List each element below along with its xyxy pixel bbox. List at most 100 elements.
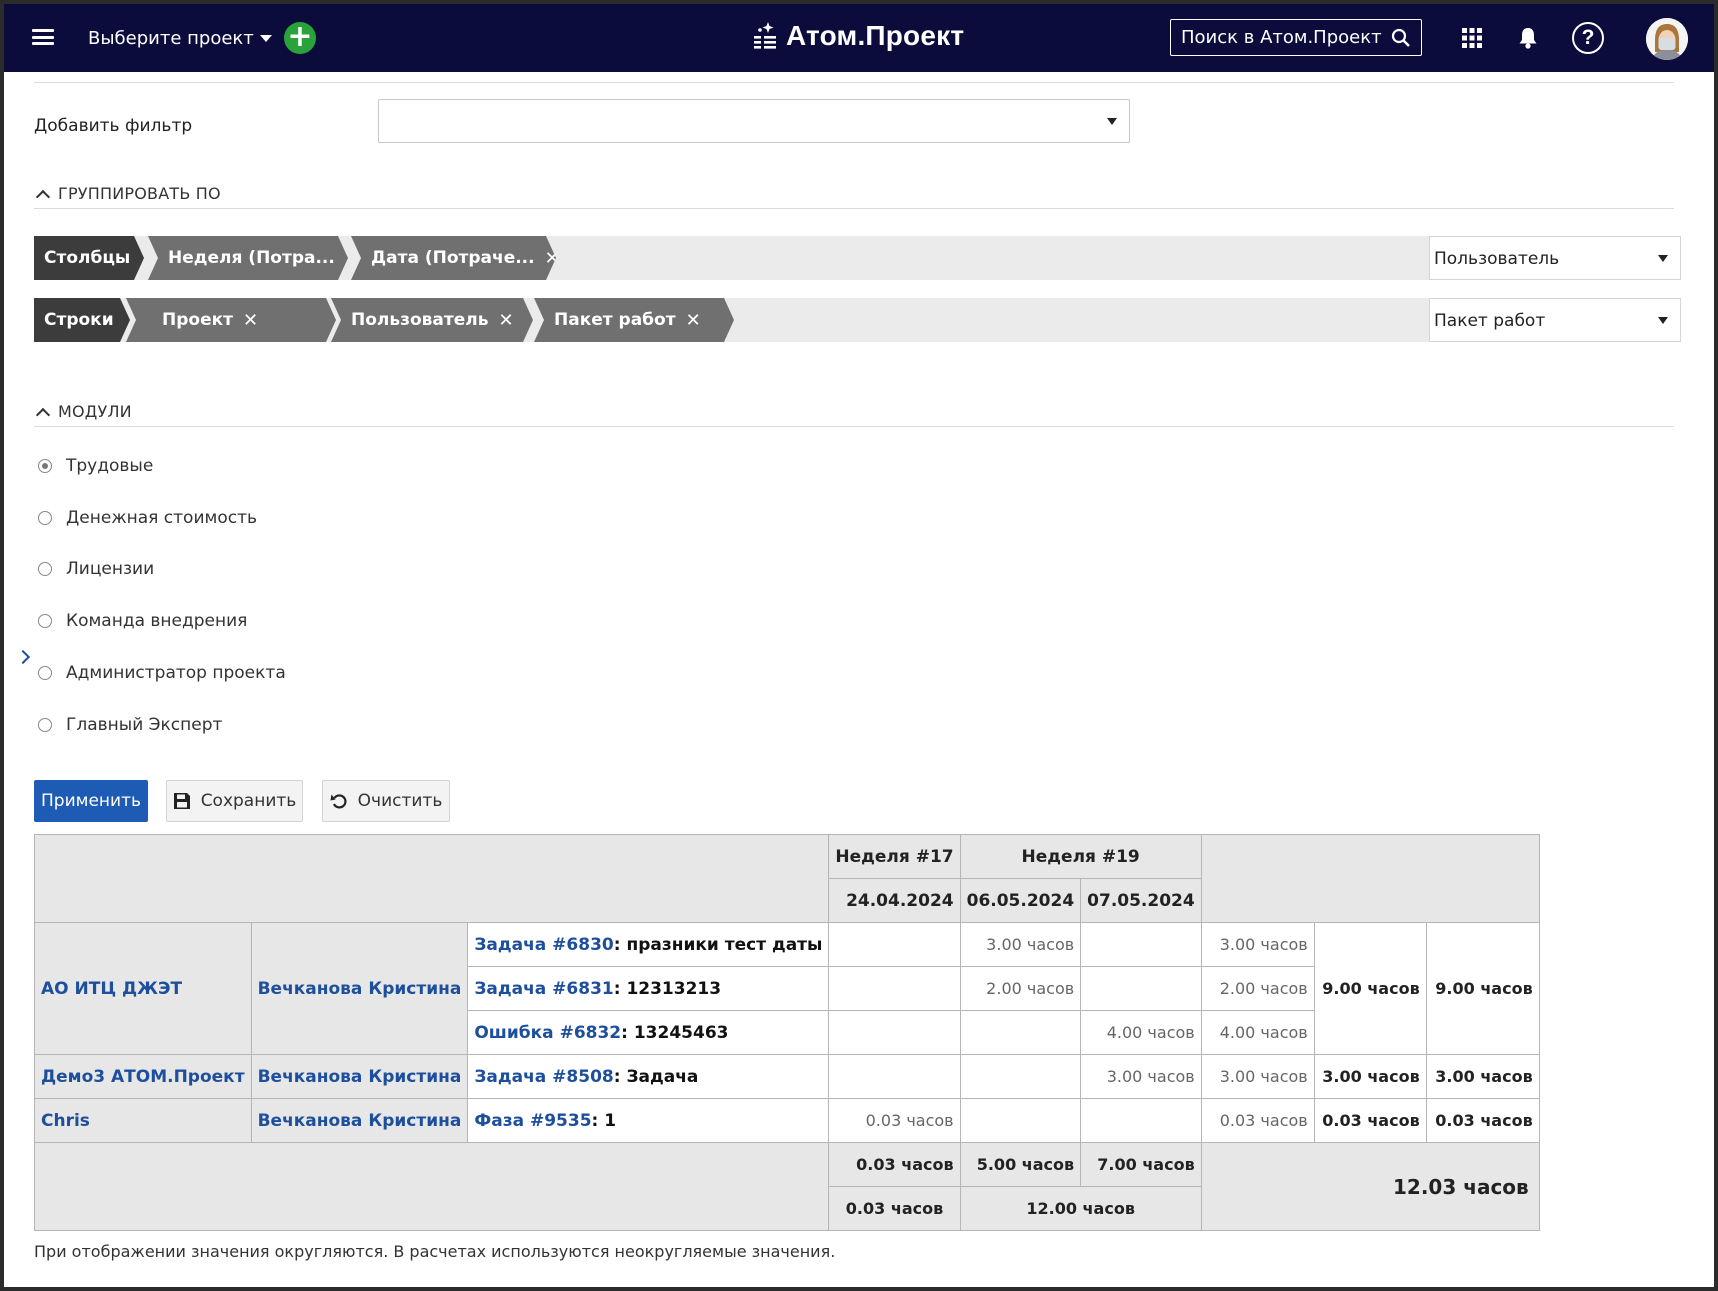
apply-button-label: Применить bbox=[41, 791, 141, 811]
radio-button[interactable] bbox=[38, 614, 52, 628]
totals-blank bbox=[33, 1142, 830, 1231]
search-icon[interactable] bbox=[1391, 28, 1411, 48]
week-total-cell: 12.00 часов bbox=[959, 1186, 1202, 1231]
bell-icon[interactable] bbox=[1514, 24, 1542, 52]
clear-button[interactable]: Очистить bbox=[322, 780, 450, 822]
group-rows-select-value: Пакет работ bbox=[1434, 311, 1546, 331]
date-header: 07.05.2024 bbox=[1080, 878, 1202, 923]
close-icon[interactable]: ✕ bbox=[686, 310, 701, 331]
user-link[interactable]: Вечканова Кристина bbox=[258, 1111, 462, 1131]
row-total-cell: 3.00 часов bbox=[1200, 1054, 1315, 1099]
hours-cell bbox=[1080, 922, 1202, 967]
date-header: 06.05.2024 bbox=[959, 878, 1082, 923]
user-link[interactable]: Вечканова Кристина bbox=[258, 1067, 462, 1087]
user-total-cell: 9.00 часов bbox=[1313, 922, 1427, 1055]
project-link[interactable]: Chris bbox=[41, 1111, 90, 1131]
user-total-cell: 3.00 часов bbox=[1313, 1054, 1427, 1099]
chevron-down-icon bbox=[1658, 255, 1668, 262]
row-total-cell: 2.00 часов bbox=[1200, 966, 1315, 1011]
project-link[interactable]: АО ИТЦ ДЖЭТ bbox=[41, 979, 182, 999]
work-package-link[interactable]: Задача #6830 bbox=[474, 935, 613, 955]
divider bbox=[34, 82, 1674, 83]
help-icon[interactable]: ? bbox=[1572, 22, 1604, 54]
save-button[interactable]: Сохранить bbox=[166, 780, 303, 822]
module-option-label: Администратор проекта bbox=[66, 663, 286, 683]
work-package-link[interactable]: Фаза #9535 bbox=[474, 1111, 591, 1131]
group-row-chip[interactable]: Проект ✕ bbox=[126, 298, 336, 342]
work-package-name: : Задача bbox=[613, 1066, 699, 1087]
group-row-chip[interactable]: Пакет работ ✕ bbox=[534, 298, 734, 342]
module-option[interactable]: Лицензии bbox=[38, 559, 154, 579]
group-rows-select[interactable]: Пакет работ bbox=[1429, 298, 1681, 342]
project-link[interactable]: Демо3 АТОМ.Проект bbox=[41, 1067, 245, 1087]
group-columns-bar[interactable]: Столбцы Неделя (Потра... ✕ Дата (Потраче… bbox=[34, 236, 1430, 280]
modules-toggle[interactable]: МОДУЛИ bbox=[35, 402, 132, 422]
module-option[interactable]: Команда внедрения bbox=[38, 611, 247, 631]
modules-title: МОДУЛИ bbox=[58, 402, 132, 421]
apps-grid-icon[interactable] bbox=[1458, 24, 1486, 52]
add-button[interactable]: + bbox=[284, 22, 316, 54]
apply-button[interactable]: Применить bbox=[34, 780, 148, 822]
search-input[interactable]: Поиск в Атом.Проект bbox=[1170, 19, 1422, 56]
radio-button[interactable] bbox=[38, 511, 52, 525]
work-package-name: : 13245463 bbox=[621, 1022, 729, 1043]
work-package-cell: Фаза #9535: 1 bbox=[467, 1098, 830, 1143]
work-package-link[interactable]: Ошибка #6832 bbox=[474, 1023, 621, 1043]
chevron-down-icon bbox=[1658, 317, 1668, 324]
floppy-disk-icon bbox=[173, 793, 190, 809]
group-columns-select[interactable]: Пользователь bbox=[1429, 236, 1681, 280]
hours-cell bbox=[959, 1054, 1082, 1099]
group-column-chip[interactable]: Неделя (Потра... ✕ bbox=[148, 236, 348, 280]
hours-cell: 3.00 часов bbox=[959, 922, 1082, 967]
menu-icon[interactable] bbox=[32, 26, 54, 48]
user-link[interactable]: Вечканова Кристина bbox=[258, 979, 462, 999]
date-total-cell: 0.03 часов bbox=[828, 1142, 961, 1187]
row-total-cell: 0.03 часов bbox=[1200, 1098, 1315, 1143]
module-option[interactable]: Главный Эксперт bbox=[38, 715, 222, 735]
module-option[interactable]: Администратор проекта bbox=[38, 663, 286, 683]
radio-button[interactable] bbox=[38, 459, 52, 473]
group-column-chip-label: Дата (Потраче... bbox=[371, 248, 535, 268]
group-row-chip-label: Пакет работ bbox=[554, 310, 676, 330]
avatar[interactable] bbox=[1646, 18, 1688, 60]
chevron-up-icon bbox=[35, 407, 51, 422]
search-placeholder: Поиск в Атом.Проект bbox=[1181, 27, 1382, 48]
work-package-link[interactable]: Задача #6831 bbox=[474, 979, 613, 999]
project-selector-label: Выберите проект bbox=[88, 28, 254, 49]
radio-button[interactable] bbox=[38, 562, 52, 576]
plus-icon: + bbox=[287, 19, 313, 54]
add-filter-select[interactable] bbox=[378, 99, 1130, 143]
week-header: Неделя #17 bbox=[828, 834, 961, 879]
table-row: АО ИТЦ ДЖЭТ Вечканова Кристина Задача #6… bbox=[34, 922, 1540, 1055]
app-window: Выберите проект + Атом.Проект Поиск в Ат… bbox=[4, 4, 1714, 1287]
module-option-label: Денежная стоимость bbox=[66, 508, 257, 528]
project-total-cell: 0.03 часов bbox=[1425, 1098, 1540, 1143]
close-icon[interactable]: ✕ bbox=[545, 248, 560, 269]
radio-button[interactable] bbox=[38, 718, 52, 732]
group-by-toggle[interactable]: ГРУППИРОВАТЬ ПО bbox=[35, 184, 221, 204]
clear-button-label: Очистить bbox=[357, 791, 443, 811]
group-rows-bar[interactable]: Строки Проект ✕ Пользователь ✕ Пакет раб… bbox=[34, 298, 1430, 342]
hours-cell bbox=[959, 1010, 1082, 1055]
radio-button[interactable] bbox=[38, 666, 52, 680]
project-total-cell: 3.00 часов bbox=[1425, 1054, 1540, 1099]
close-icon[interactable]: ✕ bbox=[498, 310, 513, 331]
close-icon[interactable]: ✕ bbox=[243, 310, 258, 331]
module-option[interactable]: Трудовые bbox=[38, 456, 153, 476]
hours-cell: 0.03 часов bbox=[828, 1098, 961, 1143]
logo[interactable]: Атом.Проект bbox=[752, 20, 964, 52]
module-option[interactable]: Денежная стоимость bbox=[38, 508, 257, 528]
undo-icon bbox=[330, 794, 347, 809]
work-package-cell: Задача #6830: празники тест даты bbox=[467, 922, 830, 967]
work-package-link[interactable]: Задача #8508 bbox=[474, 1067, 613, 1087]
grand-total-cell: 12.03 часов bbox=[1200, 1142, 1540, 1231]
project-selector[interactable]: Выберите проект bbox=[88, 28, 272, 49]
chevron-down-icon bbox=[259, 35, 272, 42]
sidebar-expand-icon[interactable] bbox=[15, 649, 31, 665]
work-package-cell: Задача #6831: 12313213 bbox=[467, 966, 830, 1011]
group-column-chip[interactable]: Дата (Потраче... ✕ bbox=[351, 236, 556, 280]
group-row-chip[interactable]: Пользователь ✕ bbox=[331, 298, 533, 342]
group-by-title: ГРУППИРОВАТЬ ПО bbox=[58, 184, 221, 203]
totals-row: 0.03 часов 5.00 часов 7.00 часов 12.03 ч… bbox=[33, 1142, 1540, 1231]
header-blank bbox=[1200, 834, 1540, 923]
